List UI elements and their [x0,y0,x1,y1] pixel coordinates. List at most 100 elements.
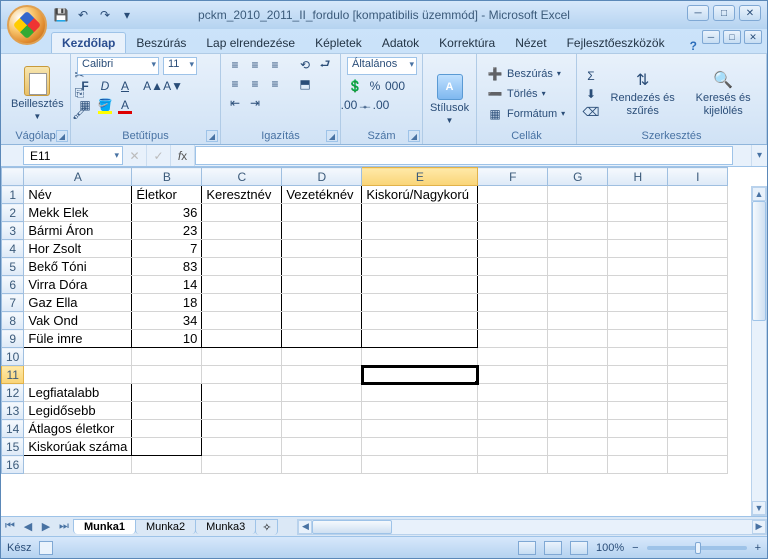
zoom-knob[interactable] [695,542,701,554]
cell-G9[interactable] [548,330,608,348]
tab-formulas[interactable]: Képletek [305,33,372,53]
row-header-9[interactable]: 9 [2,330,24,348]
align-bottom-icon[interactable]: ≡ [267,57,283,73]
cell-A4[interactable]: Hor Zsolt [24,240,132,258]
cell-A12[interactable]: Legfiatalabb [24,384,132,402]
cell-B7[interactable]: 18 [132,294,202,312]
cell-C7[interactable] [202,294,282,312]
wb-minimize[interactable]: ─ [702,30,720,44]
row-header-3[interactable]: 3 [2,222,24,240]
col-header-G[interactable]: G [548,168,608,186]
col-header-C[interactable]: C [202,168,282,186]
row-header-4[interactable]: 4 [2,240,24,258]
cell-B14[interactable] [132,420,202,438]
sort-filter-button[interactable]: ⇅ Rendezés és szűrés [605,68,680,118]
cell-B13[interactable] [132,402,202,420]
sheet-nav-prev[interactable]: ◀ [19,520,37,533]
cell-A6[interactable]: Virra Dóra [24,276,132,294]
wb-close[interactable]: ✕ [744,30,762,44]
col-header-B[interactable]: B [132,168,202,186]
cell-B9[interactable]: 10 [132,330,202,348]
cell-F6[interactable] [478,276,548,294]
merge-icon[interactable]: ⬒ [297,76,313,92]
cell-B6[interactable]: 14 [132,276,202,294]
cell-E6[interactable] [362,276,478,294]
col-header-H[interactable]: H [608,168,668,186]
cell-I7[interactable] [668,294,728,312]
close-button[interactable]: ✕ [739,5,761,21]
decrease-decimal-icon[interactable]: ←.00 [367,97,383,113]
sheet-nav-next[interactable]: ▶ [37,520,55,533]
cell-I9[interactable] [668,330,728,348]
cell-D2[interactable] [282,204,362,222]
cell-G2[interactable] [548,204,608,222]
cell-E5[interactable] [362,258,478,276]
font-color-icon[interactable]: A [117,97,133,113]
insert-button[interactable]: ➕Beszúrás▾ [483,65,570,83]
align-center-icon[interactable]: ≡ [247,76,263,92]
cell-B10[interactable] [132,348,202,366]
scroll-left-icon[interactable]: ◀ [298,520,312,534]
row-header-10[interactable]: 10 [2,348,24,366]
cell-A9[interactable]: Füle imre [24,330,132,348]
cell-H4[interactable] [608,240,668,258]
cell-G8[interactable] [548,312,608,330]
cell-F16[interactable] [478,456,548,474]
zoom-slider[interactable] [647,546,747,550]
cell-E4[interactable] [362,240,478,258]
scroll-up-icon[interactable]: ▲ [752,187,766,201]
cell-G14[interactable] [548,420,608,438]
cell-B4[interactable]: 7 [132,240,202,258]
row-header-11[interactable]: 11 [2,366,24,384]
cell-H14[interactable] [608,420,668,438]
cell-H16[interactable] [608,456,668,474]
cell-E3[interactable] [362,222,478,240]
scroll-right-icon[interactable]: ▶ [752,520,766,534]
underline-button[interactable]: A [117,78,133,94]
fx-icon[interactable]: fx [171,145,195,166]
select-all-corner[interactable] [2,168,24,186]
align-middle-icon[interactable]: ≡ [247,57,263,73]
cell-A13[interactable]: Legidősebb [24,402,132,420]
minimize-button[interactable]: ─ [687,5,709,21]
cell-H13[interactable] [608,402,668,420]
sheet-nav-first[interactable]: ⏮ [1,520,19,533]
cell-A1[interactable]: Név [24,186,132,204]
cell-D13[interactable] [282,402,362,420]
cell-B3[interactable]: 23 [132,222,202,240]
cell-B12[interactable] [132,384,202,402]
cell-E12[interactable] [362,384,478,402]
styles-button[interactable]: A Stílusok ▼ [429,57,470,142]
grow-font-icon[interactable]: A▲ [145,78,161,94]
align-top-icon[interactable]: ≡ [227,57,243,73]
cell-H6[interactable] [608,276,668,294]
number-format-select[interactable]: Általános [347,57,417,75]
scroll-down-icon[interactable]: ▼ [752,501,766,515]
number-launcher[interactable]: ◢ [408,130,420,142]
cell-C9[interactable] [202,330,282,348]
col-header-F[interactable]: F [478,168,548,186]
cell-H5[interactable] [608,258,668,276]
row-header-13[interactable]: 13 [2,402,24,420]
cell-E16[interactable] [362,456,478,474]
cell-C15[interactable] [202,438,282,456]
cell-E14[interactable] [362,420,478,438]
cell-D1[interactable]: Vezetéknév [282,186,362,204]
comma-icon[interactable]: 000 [387,78,403,94]
vertical-scrollbar[interactable]: ▲ ▼ [751,186,767,516]
undo-icon[interactable]: ↶ [75,7,91,23]
font-size-select[interactable]: 11 [163,57,197,75]
cell-F11[interactable] [478,366,548,384]
cell-I10[interactable] [668,348,728,366]
cell-D14[interactable] [282,420,362,438]
cell-D8[interactable] [282,312,362,330]
cell-A2[interactable]: Mekk Elek [24,204,132,222]
cell-D4[interactable] [282,240,362,258]
cell-F3[interactable] [478,222,548,240]
cell-C16[interactable] [202,456,282,474]
cell-B1[interactable]: Életkor [132,186,202,204]
col-header-A[interactable]: A [24,168,132,186]
cell-C2[interactable] [202,204,282,222]
italic-button[interactable]: D [97,78,113,94]
row-header-2[interactable]: 2 [2,204,24,222]
